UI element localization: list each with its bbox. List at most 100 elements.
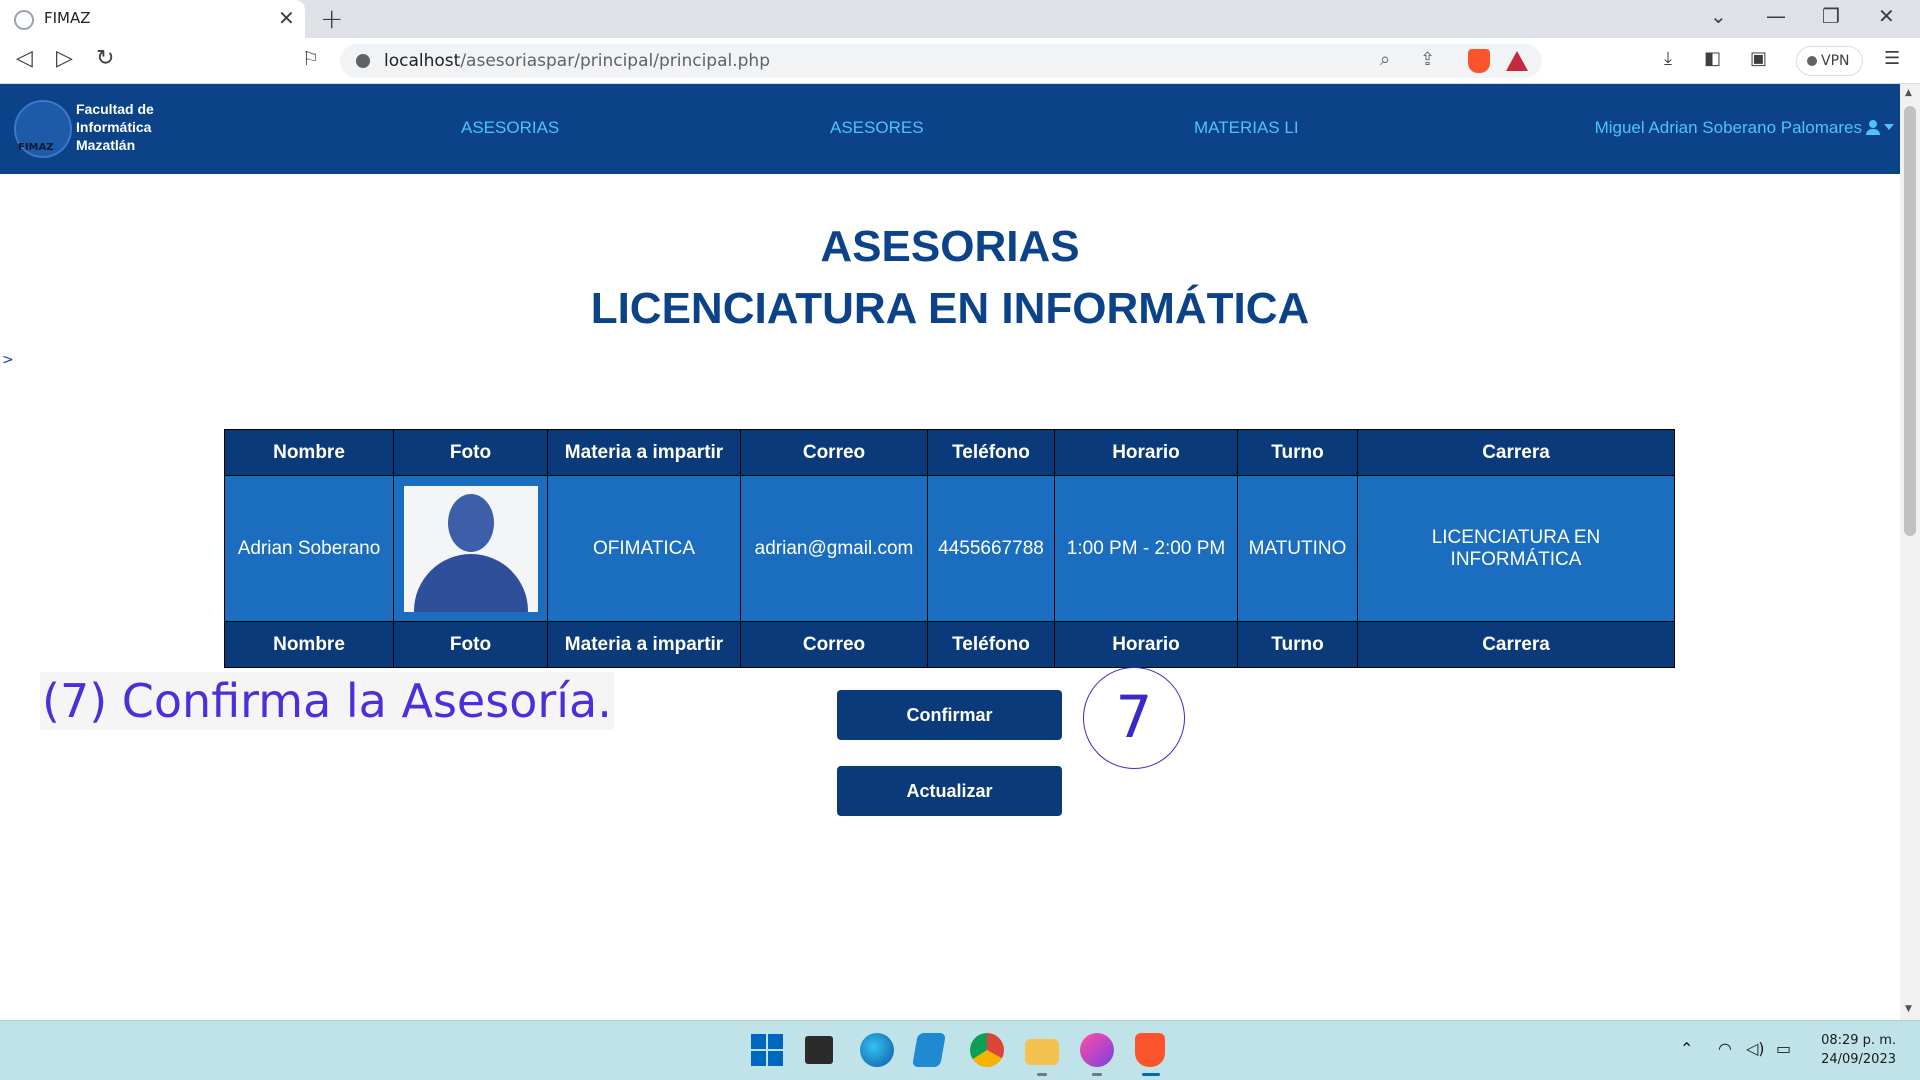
scrollbar-thumb[interactable] [1904, 106, 1916, 536]
stray-text: > [2, 352, 14, 368]
tab-search-chevron-icon[interactable]: ⌄ [1710, 4, 1727, 28]
close-window-button[interactable]: ✕ [1878, 4, 1895, 28]
user-menu[interactable]: Miguel Adrian Soberano Palomares [1595, 118, 1900, 138]
caret-down-icon [1884, 124, 1894, 130]
table-footer-row: Nombre Foto Materia a impartir Correo Te… [224, 621, 1675, 668]
table-header-row: Nombre Foto Materia a impartir Correo Te… [224, 429, 1675, 476]
url-text[interactable]: localhost/asesoriaspar/principal/princip… [384, 51, 770, 71]
windows-start-icon[interactable] [750, 1033, 784, 1067]
new-tab-button[interactable]: + [320, 2, 343, 35]
cell-materia: OFIMATICA [547, 475, 741, 622]
system-clock[interactable]: 08:29 p. m. 24/09/2023 [1816, 1031, 1896, 1069]
column-footer: Correo [740, 621, 928, 668]
column-footer: Materia a impartir [547, 621, 741, 668]
cell-carrera: LICENCIATURA EN INFORMÁTICA [1357, 475, 1675, 622]
reload-icon[interactable]: ↻ [96, 46, 114, 71]
user-icon [1866, 120, 1880, 135]
column-footer: Nombre [224, 621, 394, 668]
nav-link-asesores[interactable]: ASESORES [830, 118, 924, 138]
column-header: Materia a impartir [547, 429, 741, 476]
minimize-button[interactable]: — [1766, 4, 1786, 28]
downloads-icon[interactable]: ⤓ [1664, 48, 1672, 69]
back-icon[interactable]: ◁ [16, 46, 33, 71]
page-title: ASESORIAS [820, 222, 1080, 271]
chrome-icon[interactable] [970, 1033, 1004, 1067]
vpn-status-icon [1807, 56, 1817, 66]
vscode-icon[interactable] [912, 1033, 946, 1067]
share-icon[interactable]: ⇪ [1420, 49, 1435, 70]
clock-time: 08:29 p. m. [1821, 1033, 1896, 1048]
cell-horario: 1:00 PM - 2:00 PM [1054, 475, 1238, 622]
forward-icon[interactable]: ▷ [56, 46, 73, 71]
sidebar-icon[interactable]: ◧ [1704, 48, 1721, 69]
tutorial-annotation: (7) Confirma la Asesoría. [40, 672, 614, 730]
page-viewport: FIMAZ Facultad de Informática Mazatlán A… [0, 84, 1900, 1020]
fimaz-logo[interactable]: FIMAZ Facultad de Informática Mazatlán [14, 96, 174, 164]
windows-taskbar: ⌃ ◠ ◁) ▭ 08:29 p. m. 24/09/2023 [0, 1020, 1920, 1080]
browser-toolbar: ◁ ▷ ↻ ⚐ localhost/asesoriaspar/principal… [0, 38, 1920, 84]
volume-icon[interactable]: ◁) [1746, 1039, 1765, 1058]
asesorias-table: Nombre Foto Materia a impartir Correo Te… [224, 429, 1675, 668]
close-tab-icon[interactable]: ✕ [278, 6, 295, 30]
nav-link-asesorias[interactable]: ASESORIAS [461, 118, 559, 138]
avatar-body [413, 553, 528, 612]
cell-nombre: Adrian Soberano [224, 475, 394, 622]
restore-button[interactable]: ❐ [1822, 4, 1840, 28]
logo-text: Facultad de Informática Mazatlán [76, 101, 154, 153]
step-number-marker: 7 [1083, 667, 1185, 769]
column-footer: Carrera [1357, 621, 1675, 668]
column-header: Horario [1054, 429, 1238, 476]
brave-shields-icon[interactable] [1468, 49, 1490, 73]
wondershare-icon[interactable] [1080, 1033, 1114, 1067]
confirm-button[interactable]: Confirmar [837, 690, 1062, 740]
wifi-icon[interactable]: ◠ [1718, 1039, 1732, 1058]
site-navbar: FIMAZ Facultad de Informática Mazatlán A… [0, 84, 1900, 174]
active-indicator [1142, 1073, 1160, 1076]
wallet-icon[interactable]: ▣ [1750, 48, 1767, 69]
zoom-icon[interactable]: ⌕ [1380, 49, 1390, 70]
tab-fimaz[interactable]: FIMAZ ✕ [0, 0, 305, 38]
column-footer: Foto [393, 621, 548, 668]
bookmark-icon[interactable]: ⚐ [302, 48, 319, 70]
advisor-photo [403, 485, 538, 612]
nav-link-materias[interactable]: MATERIAS LI [1194, 118, 1299, 138]
battery-icon[interactable]: ▭ [1776, 1039, 1791, 1058]
column-header: Correo [740, 429, 928, 476]
cell-telefono: 4455667788 [927, 475, 1055, 622]
clock-date: 24/09/2023 [1821, 1052, 1896, 1067]
avatar-head [447, 493, 494, 552]
browser-tab-bar: FIMAZ ✕ + ⌄ — ❐ ✕ [0, 0, 1920, 38]
scroll-up-icon[interactable]: ▲ [1905, 88, 1912, 98]
column-header: Nombre [224, 429, 394, 476]
table-row[interactable]: Adrian Soberano OFIMATICA adrian@gmail.c… [224, 475, 1675, 622]
column-header: Foto [393, 429, 548, 476]
page-scrollbar[interactable]: ▲ ▼ [1900, 84, 1920, 1020]
column-header: Carrera [1357, 429, 1675, 476]
site-favicon-icon [14, 10, 34, 30]
tray-chevron-up-icon[interactable]: ⌃ [1680, 1039, 1693, 1058]
menu-icon[interactable]: ☰ [1884, 48, 1900, 69]
cell-foto [393, 475, 548, 622]
update-button[interactable]: Actualizar [837, 766, 1062, 816]
column-footer: Horario [1054, 621, 1238, 668]
page-subtitle: LICENCIATURA EN INFORMÁTICA [590, 284, 1310, 333]
logo-mark: FIMAZ [18, 142, 54, 153]
address-bar[interactable]: localhost/asesoriaspar/principal/princip… [340, 44, 1542, 78]
user-name: Miguel Adrian Soberano Palomares [1594, 118, 1862, 137]
running-indicator [1092, 1073, 1102, 1076]
edge-browser-icon[interactable] [860, 1033, 894, 1067]
brave-browser-icon[interactable] [1135, 1033, 1165, 1067]
column-header: Teléfono [927, 429, 1055, 476]
cell-turno: MATUTINO [1237, 475, 1358, 622]
site-info-icon[interactable] [356, 54, 370, 68]
file-explorer-icon[interactable] [1025, 1039, 1059, 1065]
task-view-icon[interactable] [805, 1036, 833, 1064]
column-footer: Turno [1237, 621, 1358, 668]
tab-title: FIMAZ [44, 9, 91, 27]
brave-rewards-icon[interactable] [1506, 51, 1528, 71]
column-header: Turno [1237, 429, 1358, 476]
vpn-button[interactable]: VPN [1796, 46, 1863, 76]
running-indicator [1037, 1073, 1047, 1076]
cell-correo: adrian@gmail.com [740, 475, 928, 622]
scroll-down-icon[interactable]: ▼ [1905, 1004, 1912, 1014]
